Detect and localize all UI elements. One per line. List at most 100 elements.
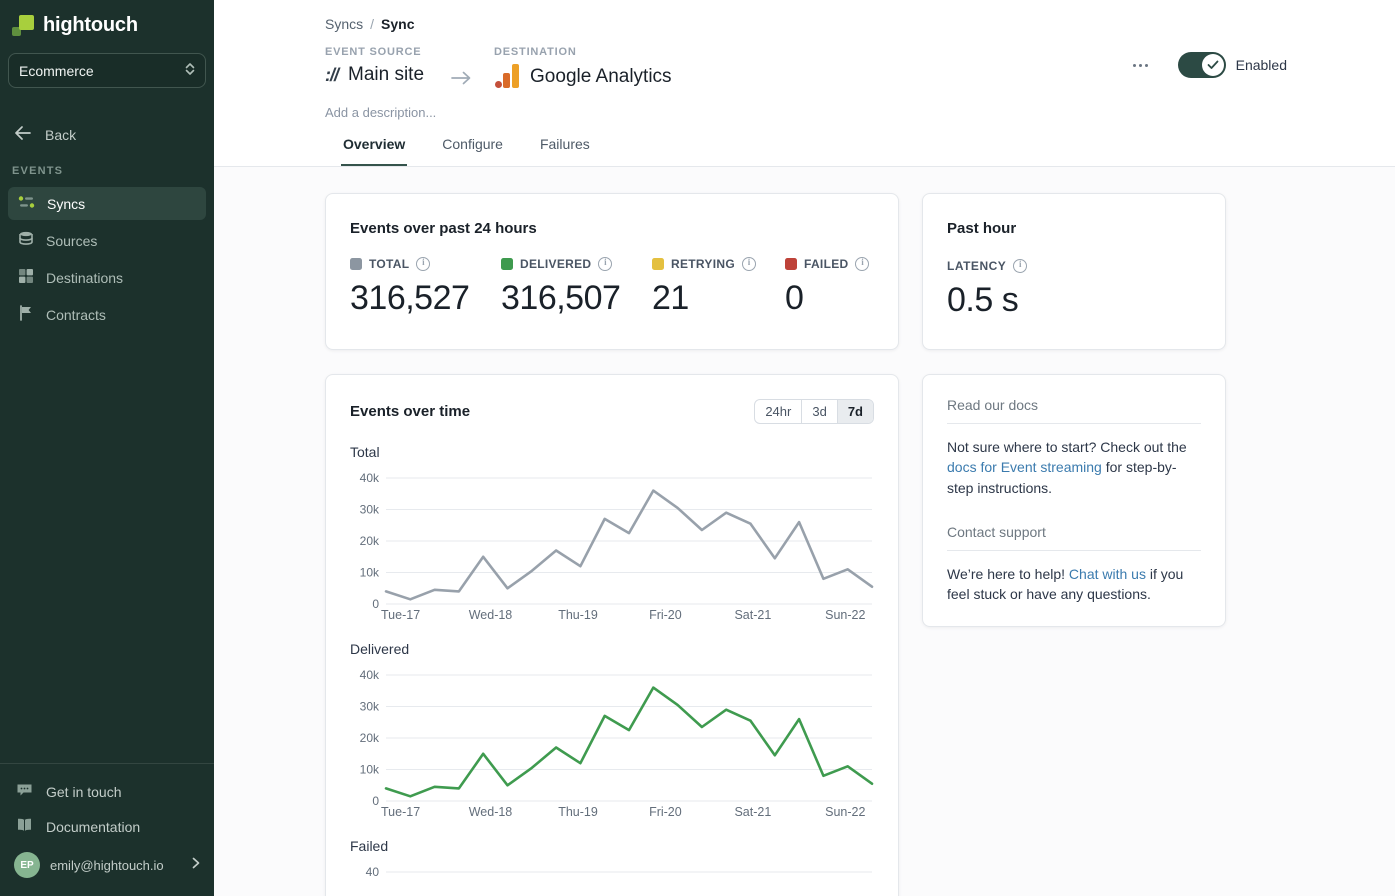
documentation-button[interactable]: Documentation [0,809,214,844]
support-heading: Contact support [947,524,1201,540]
app-window: hightouch Ecommerce Back EVENTS Syncs [0,0,1395,896]
stat-label: RETRYING [671,257,735,271]
foot-item-label: Documentation [46,819,140,835]
toggle-label: Enabled [1236,57,1287,73]
sidebar-item-label: Destinations [46,270,123,286]
help-card: Read our docs Not sure where to start? C… [922,374,1226,627]
foot-item-label: Get in touch [46,784,122,800]
tab-overview[interactable]: Overview [341,126,407,166]
failed-chart: Failed 403020100Tue-17Wed-18Thu-19Fri-20… [350,838,874,896]
more-options-button[interactable] [1131,58,1150,73]
delivered-chart: Delivered 40k30k20k10k0Tue-17Wed-18Thu-1… [350,641,874,824]
card-title: Events over past 24 hours [350,220,874,237]
sidebar-item-syncs[interactable]: Syncs [8,187,206,220]
stat-value: 21 [652,279,785,318]
retrying-color-swatch [652,258,664,270]
stat-label: TOTAL [369,257,409,271]
back-button[interactable]: Back [14,126,200,143]
svg-text:40: 40 [366,865,380,879]
event-source-name: Main site [348,64,424,86]
svg-text:Wed-18: Wed-18 [469,805,513,819]
sidebar-item-label: Contracts [46,307,106,323]
description-field[interactable]: Add a description... [325,105,1395,120]
svg-text:Sun-22: Sun-22 [825,608,865,622]
svg-text:30k: 30k [360,503,380,517]
svg-text:Sun-22: Sun-22 [825,805,865,819]
total-line-chart: 40k30k20k10k0Tue-17Wed-18Thu-19Fri-20Sat… [350,466,874,627]
sidebar-item-contracts[interactable]: Contracts [8,298,206,331]
svg-text:Tue-17: Tue-17 [381,608,420,622]
sidebar-item-destinations[interactable]: Destinations [8,261,206,294]
account-menu[interactable]: EP emily@hightouch.io [0,844,214,888]
event-source-icon: :// [325,65,338,86]
stat-label: FAILED [804,257,848,271]
chevron-right-icon [192,856,200,874]
chart-subtitle: Total [350,444,874,460]
failed-line-chart: 403020100Tue-17Wed-18Thu-19Fri-20Sat-21S… [350,860,874,896]
enabled-toggle[interactable] [1178,52,1226,78]
chevron-updown-icon [185,62,195,79]
header-actions: Enabled [1131,52,1287,78]
delivered-line-chart: 40k30k20k10k0Tue-17Wed-18Thu-19Fri-20Sat… [350,663,874,824]
destination-block: DESTINATION Google Analytics [494,46,672,90]
card-title: Past hour [947,220,1201,237]
book-icon [16,817,33,836]
database-icon [18,231,34,250]
range-7d-button[interactable]: 7d [838,400,873,423]
logo-text: hightouch [43,14,138,37]
svg-text:0: 0 [372,597,379,611]
account-email: emily@hightouch.io [50,858,182,873]
divider [947,423,1201,424]
get-in-touch-button[interactable]: Get in touch [0,774,214,809]
card-title: Events over time [350,403,470,420]
sidebar-footer: Get in touch Documentation EP emily@high… [0,763,214,896]
check-icon [1202,54,1224,76]
time-range-control: 24hr 3d 7d [754,399,874,424]
info-icon[interactable] [598,257,612,271]
sidebar-item-sources[interactable]: Sources [8,224,206,257]
tab-failures[interactable]: Failures [538,126,592,166]
chat-icon [16,782,33,801]
arrow-left-icon [14,126,31,143]
stat-total: TOTAL 316,527 [350,257,501,318]
events-section-label: EVENTS [12,165,202,177]
breadcrumb: Syncs / Sync [325,16,1395,32]
tab-configure[interactable]: Configure [440,126,505,166]
docs-heading: Read our docs [947,397,1201,413]
total-color-swatch [350,258,362,270]
chart-subtitle: Delivered [350,641,874,657]
google-analytics-icon [494,64,520,90]
svg-text:40k: 40k [360,471,380,485]
workspace-select[interactable]: Ecommerce [8,53,206,88]
docs-text: Not sure where to start? Check out the d… [947,437,1201,498]
main-panel: Syncs / Sync EVENT SOURCE :// Main site … [214,0,1395,896]
range-3d-button[interactable]: 3d [802,400,837,423]
events-24h-card: Events over past 24 hours TOTAL 316,527 [325,193,899,350]
sidebar-item-label: Sources [46,233,97,249]
tab-bar: Overview Configure Failures [214,126,1395,167]
info-icon[interactable] [416,257,430,271]
destination-name: Google Analytics [530,66,672,88]
chat-with-us-link[interactable]: Chat with us [1069,566,1146,582]
event-streaming-docs-link[interactable]: docs for Event streaming [947,459,1102,475]
arrow-right-icon [450,70,472,91]
svg-text:Sat-21: Sat-21 [734,805,771,819]
svg-text:30k: 30k [360,700,380,714]
events-over-time-card: Events over time 24hr 3d 7d Total 40k30k… [325,374,899,896]
info-icon[interactable] [1013,259,1027,273]
info-icon[interactable] [855,257,869,271]
breadcrumb-separator: / [370,16,374,32]
event-source-label: EVENT SOURCE [325,46,424,58]
svg-text:Fri-20: Fri-20 [649,608,682,622]
back-label: Back [45,127,76,143]
grid-icon [18,268,34,287]
flag-icon [18,305,34,324]
breadcrumb-syncs-link[interactable]: Syncs [325,16,363,32]
stat-value: 316,507 [501,279,652,318]
workspace-name: Ecommerce [19,63,94,79]
stat-value: 0 [785,279,874,318]
latency-value: 0.5 s [947,281,1201,320]
info-icon[interactable] [742,257,756,271]
hightouch-logo: hightouch [0,0,214,49]
range-24hr-button[interactable]: 24hr [755,400,802,423]
